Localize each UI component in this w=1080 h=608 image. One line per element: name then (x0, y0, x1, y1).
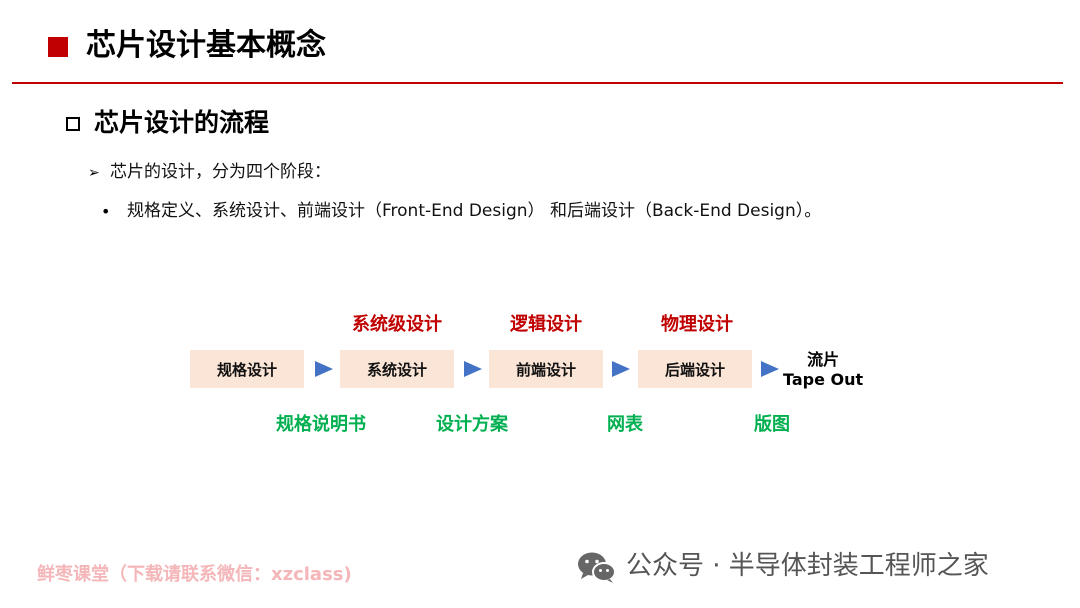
flow-arrow-icon (464, 361, 482, 377)
stage-spec-design: 规格设计 (190, 350, 304, 388)
header-divider (12, 82, 1063, 84)
final-stage-line2: Tape Out (783, 370, 864, 389)
footer-watermark-left: 鲜枣课堂（下载请联系微信：xzclass) (37, 564, 352, 585)
section-title: 芯片设计的流程 (94, 108, 270, 137)
stage-front-end-design: 前端设计 (489, 350, 603, 388)
bullet-text-stages: 芯片的设计，分为四个阶段： (110, 162, 331, 182)
title-square-bullet (48, 37, 68, 57)
label-system-level-design: 系统级设计 (352, 314, 442, 335)
page-title: 芯片设计基本概念 (86, 28, 326, 63)
dot-bullet-icon: • (101, 202, 111, 221)
output-netlist: 网表 (607, 414, 643, 435)
label-physical-design: 物理设计 (661, 314, 733, 335)
output-layout: 版图 (754, 414, 790, 435)
flow-arrow-icon (612, 361, 630, 377)
bullet-text-phases: 规格定义、系统设计、前端设计（Front-End Design） 和后端设计（B… (127, 201, 822, 221)
flow-arrow-icon (761, 361, 779, 377)
wechat-icon (578, 552, 616, 583)
arrow-bullet-icon: ➢ (88, 165, 100, 181)
final-stage-tapeout: 流片 Tape Out (783, 350, 863, 390)
stage-back-end-design: 后端设计 (638, 350, 752, 388)
output-spec-doc: 规格说明书 (276, 414, 366, 435)
stage-system-design: 系统设计 (340, 350, 454, 388)
flow-arrow-icon (315, 361, 333, 377)
section-square-icon (66, 117, 80, 131)
footer-account-name: 公众号 · 半导体封装工程师之家 (626, 551, 989, 581)
final-stage-line1: 流片 (807, 350, 840, 369)
label-logic-design: 逻辑设计 (510, 314, 582, 335)
output-design-plan: 设计方案 (436, 414, 508, 435)
